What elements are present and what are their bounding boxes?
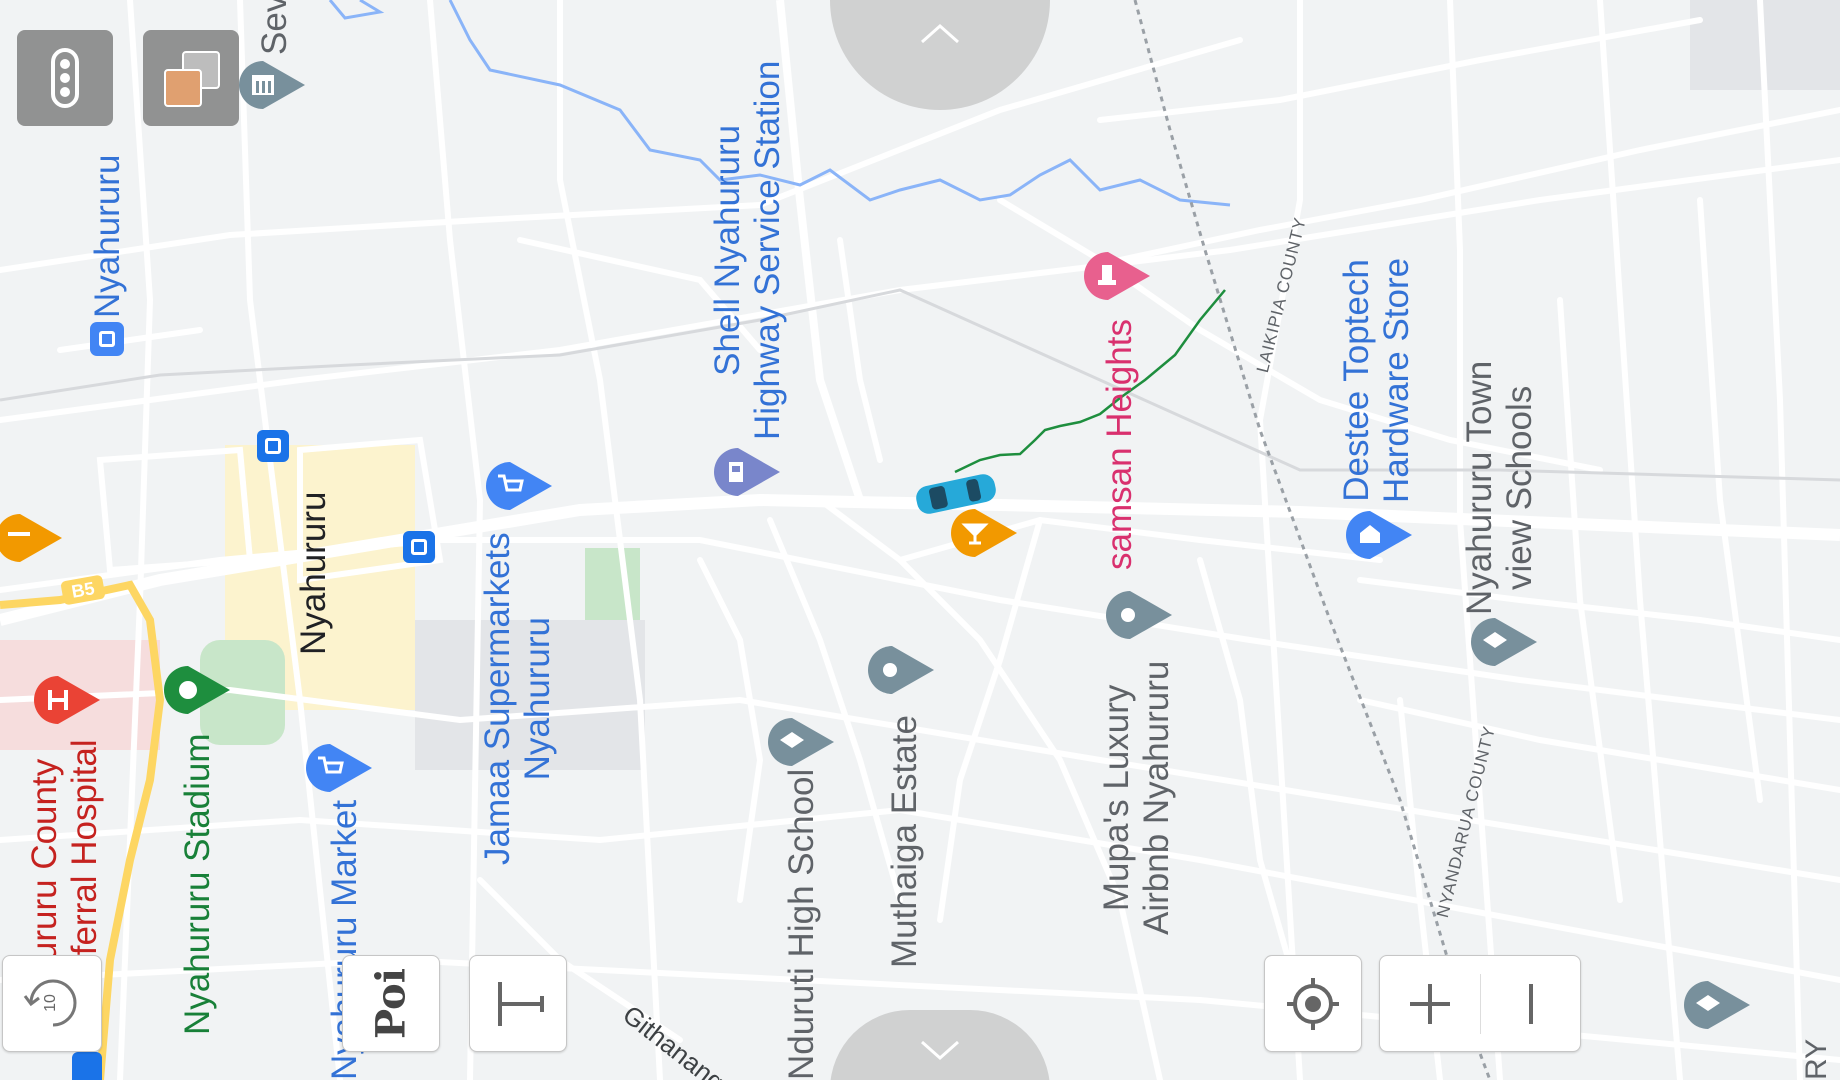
label-muthaiga[interactable]: Muthaiga Estate — [885, 715, 925, 968]
label-nyahururu-town-center: Nyahururu — [294, 491, 333, 655]
plus-icon — [1410, 984, 1450, 1024]
label-stadium[interactable]: Nyahururu Stadium — [178, 733, 218, 1035]
school-icon[interactable] — [1678, 975, 1752, 1035]
bus-stop-icon[interactable] — [72, 1052, 102, 1080]
label-destee[interactable]: Destee Toptech Hardware Store — [1337, 258, 1418, 503]
label-nyahururu-town[interactable]: Nyahururu Town view Schools — [1460, 361, 1541, 615]
hospital-icon[interactable] — [28, 670, 102, 730]
rotate-degree-label: 10 — [42, 994, 59, 1012]
collapse-top-handle[interactable] — [830, 0, 1050, 110]
my-location-button[interactable] — [1264, 955, 1362, 1052]
car-location-icon[interactable] — [910, 472, 1002, 516]
hardware-store-icon[interactable] — [1340, 505, 1414, 565]
shopping-cart-icon[interactable] — [300, 738, 374, 798]
chevron-down-icon — [921, 1040, 959, 1061]
traffic-button[interactable] — [17, 30, 113, 126]
stadium-icon[interactable] — [158, 660, 232, 720]
map-canvas[interactable]: Nyahururu Sev Shell Nyahururu Highway Ser… — [0, 0, 1840, 1080]
layers-button[interactable] — [143, 30, 239, 126]
school-icon[interactable] — [762, 712, 836, 772]
label-jamaa[interactable]: Jamaa Supermarkets Nyahururu — [478, 532, 559, 865]
zoom-out-button[interactable] — [1481, 956, 1580, 1051]
shopping-cart-icon[interactable] — [480, 456, 554, 516]
museum-icon[interactable] — [233, 55, 307, 115]
zoom-control — [1379, 955, 1581, 1052]
label-shell[interactable]: Shell Nyahururu Highway Service Station — [708, 61, 789, 440]
label-samsan-heights[interactable]: samsan Heights — [1100, 319, 1140, 570]
fuel-station-icon[interactable] — [708, 442, 782, 502]
label-partial-ry: RY — [1800, 1038, 1833, 1080]
pink-poi-icon[interactable] — [1078, 246, 1152, 306]
label-mupas[interactable]: Mupa's Luxury Airbnb Nyahururu — [1097, 661, 1178, 935]
layers-icon — [164, 51, 220, 107]
bus-stop-icon[interactable] — [90, 322, 124, 356]
chevron-up-icon — [921, 23, 959, 44]
zoom-in-button[interactable] — [1380, 956, 1480, 1051]
rotate-button[interactable]: 10 — [2, 955, 102, 1052]
label-sev[interactable]: Sev — [255, 0, 295, 55]
school-icon[interactable] — [1465, 612, 1539, 672]
orange-poi-icon[interactable] — [0, 508, 64, 568]
poi-button[interactable]: Poi — [342, 955, 440, 1052]
label-nyahururu-top[interactable]: Nyahururu — [88, 155, 128, 318]
bus-stop-icon[interactable] — [403, 531, 435, 563]
place-pin-icon[interactable] — [862, 640, 936, 700]
bus-stop-icon[interactable] — [257, 430, 289, 462]
minus-icon — [1529, 984, 1533, 1024]
collapse-bottom-handle[interactable] — [830, 1010, 1050, 1080]
traffic-layer-icon — [51, 48, 79, 108]
text-tool-icon — [498, 982, 544, 1026]
poi-label: Poi — [367, 968, 415, 1039]
my-location-icon — [1287, 978, 1339, 1030]
label-high-school[interactable]: Nduruti High School — [782, 769, 822, 1080]
place-pin-icon[interactable] — [1100, 585, 1174, 645]
text-button[interactable] — [469, 955, 567, 1052]
